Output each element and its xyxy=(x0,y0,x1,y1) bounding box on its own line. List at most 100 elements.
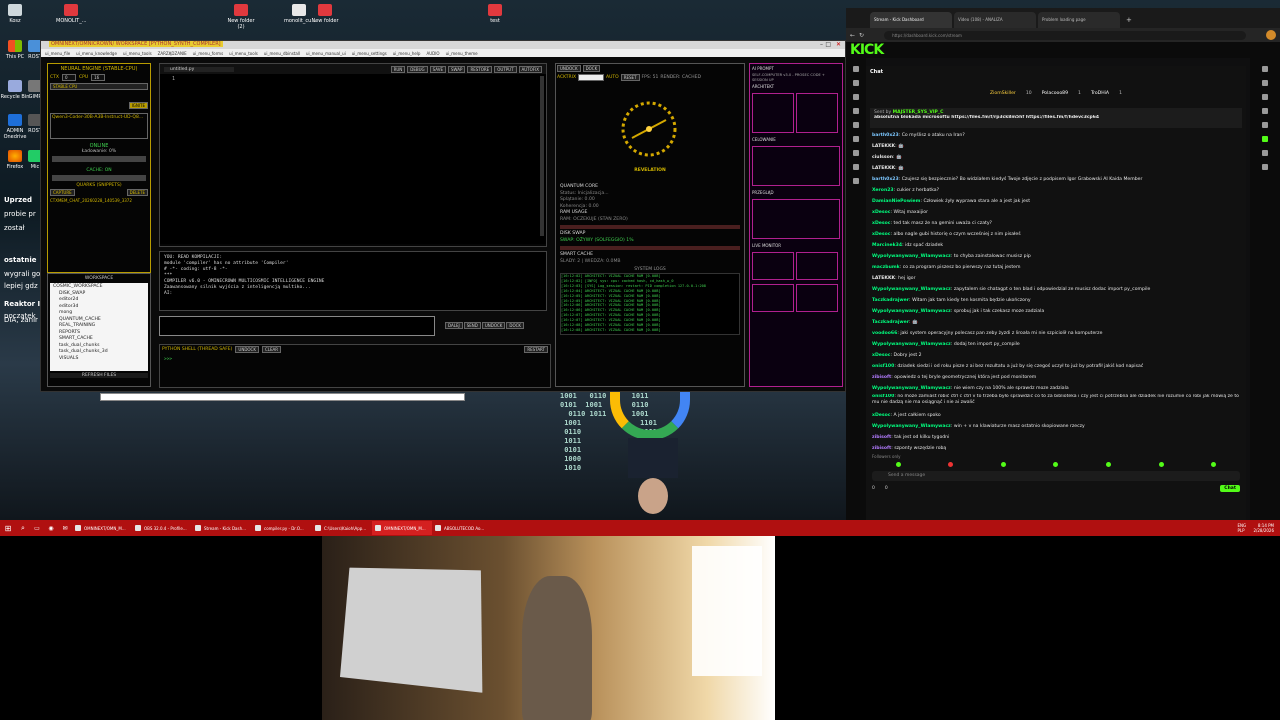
restore-button[interactable]: RESTORE xyxy=(467,65,493,73)
shell-restart-button[interactable]: RESTART xyxy=(524,345,548,353)
send-button[interactable]: SEND xyxy=(463,322,481,329)
tool-icon[interactable] xyxy=(1262,122,1268,128)
nav-icon[interactable] xyxy=(853,66,859,72)
horizontal-scrollbar[interactable] xyxy=(100,393,465,401)
profile-avatar[interactable] xyxy=(1266,30,1276,40)
menu-item[interactable]: ui_menu_file xyxy=(45,51,70,56)
browser-tab[interactable]: Video (108) - ANALIZA xyxy=(954,12,1036,28)
menu-item[interactable]: ui_menu_help xyxy=(393,51,421,56)
cpu-input[interactable]: 16 xyxy=(91,74,106,81)
close-icon[interactable]: ✕ xyxy=(836,41,841,48)
model-select[interactable]: Qwen3-Coder-30B-A3B-Instruct-UD-Q8... xyxy=(50,113,148,139)
nav-icon[interactable] xyxy=(853,94,859,100)
emote-icon[interactable] xyxy=(1053,461,1059,467)
ctx-input[interactable]: 0 xyxy=(61,74,76,81)
desktop-icon[interactable]: New folder xyxy=(310,4,340,24)
emote-icon[interactable] xyxy=(895,461,901,467)
shell-clear-button[interactable]: CLEAR xyxy=(261,345,282,353)
clock[interactable]: 8:14 PM 2/28/2026 xyxy=(1253,523,1280,533)
nav-icon[interactable] xyxy=(853,80,859,86)
nav-icon[interactable] xyxy=(853,164,859,170)
menu-item[interactable]: ui_menu_dbinstall xyxy=(264,51,300,56)
emote-icon[interactable] xyxy=(1158,461,1164,467)
nav-icon[interactable] xyxy=(853,136,859,142)
maximize-icon[interactable]: □ xyxy=(825,41,831,48)
rev-undock-button[interactable]: UNDOCK xyxy=(557,65,581,72)
refresh-files-button[interactable]: REFRESH FILES xyxy=(50,373,148,378)
tool-icon[interactable] xyxy=(1262,150,1268,156)
ignite-button[interactable]: IGNITE xyxy=(128,102,148,109)
menu-item[interactable]: ui_menu_knowledge xyxy=(76,51,117,56)
kick-logo[interactable]: KICK xyxy=(850,42,884,58)
minimize-icon[interactable]: – xyxy=(820,41,823,48)
swap-button[interactable]: SWAP xyxy=(448,65,466,73)
address-bar[interactable]: https://dashboard.kick.com/stream xyxy=(884,30,1246,40)
chat-icon[interactable] xyxy=(1262,136,1268,142)
send-chat-button[interactable]: Chat xyxy=(1220,485,1240,492)
tool-icon[interactable] xyxy=(1262,80,1268,86)
undock-button[interactable]: UNDOCK xyxy=(481,322,506,329)
tool-icon[interactable] xyxy=(1262,108,1268,114)
desktop-icon[interactable]: New folder (2) xyxy=(226,4,256,30)
desktop-icon[interactable]: Kosz xyxy=(0,4,30,24)
editor-scrollbar[interactable] xyxy=(540,76,544,236)
save-button[interactable]: SAVE xyxy=(429,65,447,73)
prompt-input[interactable] xyxy=(159,316,435,336)
nav-icon[interactable] xyxy=(853,150,859,156)
debug-button[interactable]: DEBUG xyxy=(407,65,428,73)
nav-icon[interactable] xyxy=(853,178,859,184)
emote-icon[interactable] xyxy=(948,461,954,467)
task-view-icon[interactable]: ▭ xyxy=(30,525,44,532)
menu-item[interactable]: ui_menu_tools xyxy=(229,51,258,56)
shell-prompt[interactable]: >>> xyxy=(160,353,550,366)
tool-icon[interactable] xyxy=(1262,164,1268,170)
taskbar-app[interactable]: OBS 32.0.4 - Profile... xyxy=(132,521,192,535)
dock-button[interactable]: DOCK xyxy=(506,322,525,329)
tool-icon[interactable] xyxy=(1262,66,1268,72)
menu-item[interactable]: AUDIO xyxy=(426,51,439,56)
browser-tab[interactable]: Stream - Kick Dashboard xyxy=(870,12,952,28)
taskbar-app[interactable]: Stream - Kick Dash... xyxy=(192,521,252,535)
tool-icon[interactable] xyxy=(1262,94,1268,100)
desktop-icon[interactable]: MONOLIT_... xyxy=(56,4,87,24)
menu-item[interactable]: ui_menu_tools xyxy=(123,51,152,56)
chat-input[interactable]: Send a message xyxy=(872,471,1240,481)
actrix-input[interactable] xyxy=(578,74,605,81)
delete-button[interactable]: DELETE xyxy=(126,189,148,196)
desktop-icon[interactable]: test xyxy=(480,4,510,24)
rev-dock-button[interactable]: DOCK xyxy=(582,65,601,72)
auto-toggle[interactable]: AUTO xyxy=(606,75,619,80)
language-indicator[interactable]: ENG PLP xyxy=(1237,523,1253,533)
menu-item[interactable]: ui_menu_forms xyxy=(193,51,223,56)
start-icon[interactable]: ⊞ xyxy=(0,524,16,533)
back-icon[interactable]: ← xyxy=(850,32,855,39)
emote-icon[interactable] xyxy=(1106,461,1112,467)
nav-icon[interactable] xyxy=(853,122,859,128)
editor-tab[interactable]: untitled.py xyxy=(164,66,234,72)
tree-item[interactable]: VISUALS xyxy=(53,356,145,363)
menu-item[interactable]: ui_menu_theme xyxy=(446,51,478,56)
stable-cpu-button[interactable]: STABLE CPU xyxy=(50,83,148,90)
output-button[interactable]: OUTPUT xyxy=(494,65,517,73)
browser-tab[interactable]: Problem loading page xyxy=(1038,12,1120,28)
autofix-button[interactable]: AUTOFIX xyxy=(518,65,542,73)
run-button[interactable]: RUN xyxy=(390,65,406,73)
shell-undock-button[interactable]: UNDOCK xyxy=(235,345,259,353)
emote-icon[interactable] xyxy=(1211,461,1217,467)
reload-icon[interactable]: ↻ xyxy=(859,32,864,39)
quark-item[interactable]: CTXMEM_CHAT_20260228_140539_3372 xyxy=(48,197,150,204)
reset-button[interactable]: RESET xyxy=(620,74,640,81)
menu-item[interactable]: ui_menu_manual_ui xyxy=(306,51,346,56)
search-icon[interactable]: ⌕ xyxy=(16,524,30,533)
menu-item[interactable]: ui_menu_settings xyxy=(352,51,387,56)
taskbar-app[interactable]: ABSOLUTECOD Ao... xyxy=(432,521,492,535)
taskbar-app[interactable]: C:\Users\Kaioh\App... xyxy=(312,521,372,535)
new-tab-icon[interactable]: + xyxy=(1126,16,1132,24)
browser-pin-icon[interactable]: ◉ xyxy=(44,525,58,532)
dalej-button[interactable]: DALEJ xyxy=(445,322,463,329)
mail-icon[interactable]: ✉ xyxy=(58,525,72,532)
capture-button[interactable]: CAPTURE xyxy=(50,189,75,196)
app-titlebar[interactable]: OMNINEXT/OMNICROWN/ WORKSPACE [PYTHON_SY… xyxy=(41,41,845,49)
taskbar-app[interactable]: OMNINEXT/OMN_M... xyxy=(72,521,132,535)
emote-icon[interactable] xyxy=(1000,461,1006,467)
